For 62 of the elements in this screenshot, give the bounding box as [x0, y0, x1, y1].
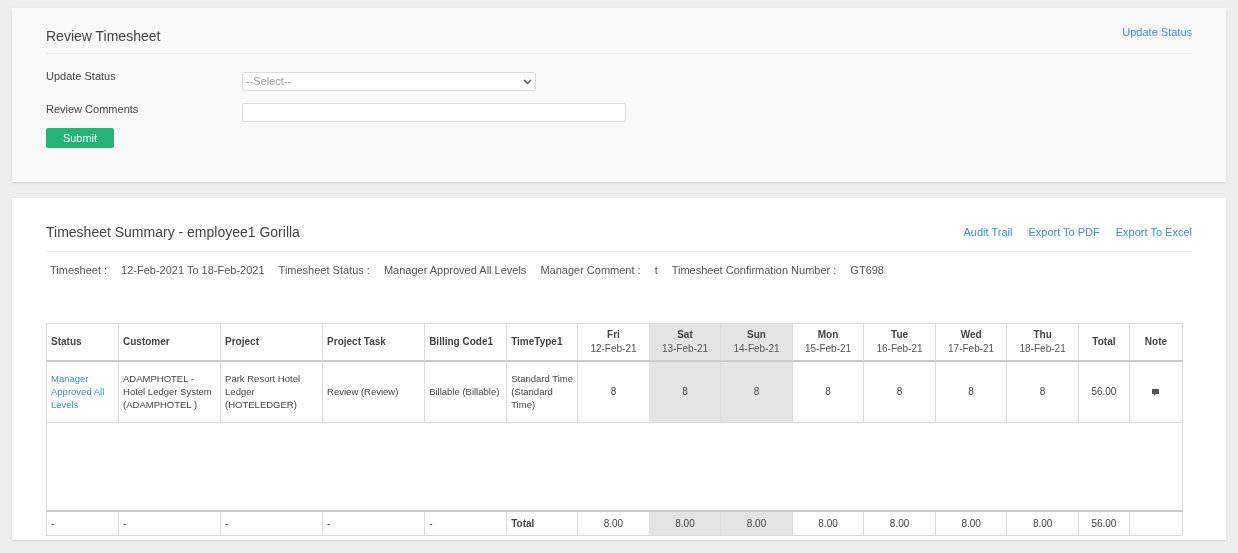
column-header: TimeType1: [506, 323, 578, 361]
table-cell: 8.00: [935, 511, 1007, 535]
header-link[interactable]: Export To PDF: [1028, 224, 1100, 241]
info-value: t: [654, 263, 658, 278]
column-header: Billing Code1: [424, 323, 507, 361]
info-label: Manager Comment :: [540, 263, 641, 278]
column-header: Project: [220, 323, 323, 361]
column-header: Tue 16-Feb-21: [863, 323, 936, 361]
column-header: Fri 12-Feb-21: [577, 323, 650, 361]
panel-title: Timesheet Summary - employee1 Gorilla: [46, 223, 300, 242]
column-header: Sat 13-Feb-21: [649, 323, 721, 361]
column-header: Sun 14-Feb-21: [720, 323, 793, 361]
column-header: Customer: [118, 323, 221, 361]
table-cell: Total: [506, 511, 578, 535]
table-cell: 8: [935, 361, 1007, 422]
column-header: Project Task: [322, 323, 425, 361]
column-header: Mon 15-Feb-21: [792, 323, 864, 361]
status-select[interactable]: --Select--: [242, 72, 536, 91]
table-cell: 8: [649, 361, 721, 422]
info-label: Timesheet Confirmation Number :: [671, 263, 837, 278]
chevron-down-icon: [523, 78, 532, 85]
table-cell: Standard Time (Standard Time): [506, 361, 578, 422]
table-cell: Park Resort Hotel Ledger (HOTELEDGER): [220, 361, 323, 422]
table-cell: 8.00: [1006, 511, 1079, 535]
status-link[interactable]: Manager Approved All Levels: [51, 372, 115, 412]
header-link[interactable]: Export To Excel: [1115, 224, 1192, 241]
column-header: Note: [1129, 323, 1183, 361]
table-cell: 8: [1006, 361, 1079, 422]
info-label: Timesheet :: [50, 263, 108, 278]
table-cell: Review (Review): [322, 361, 425, 422]
table-cell: 8.00: [577, 511, 650, 535]
table-cell: 56.00: [1078, 361, 1130, 422]
header-link[interactable]: Audit Trail: [963, 224, 1013, 241]
table-cell: -: [322, 511, 425, 535]
info-value: Manager Approved All Levels: [383, 263, 527, 278]
field-label: Review Comments: [46, 102, 140, 118]
field-label: Update Status: [46, 69, 117, 85]
table-cell: 8: [720, 361, 793, 422]
column-header: Status: [46, 323, 119, 361]
submit-button[interactable]: Submit: [46, 128, 114, 148]
table-cell: -: [118, 511, 221, 535]
table-cell: 8.00: [792, 511, 864, 535]
table-cell: ADAMPHOTEL - Hotel Ledger System (ADAMPHOTEL ): [118, 361, 221, 422]
info-label: Timesheet Status :: [278, 263, 370, 278]
panel-title: Review Timesheet: [46, 27, 161, 46]
column-header: Thu 18-Feb-21: [1006, 323, 1079, 361]
table-cell: 56.00: [1078, 511, 1130, 535]
comments-field[interactable]: [242, 103, 626, 122]
column-header: Wed 17-Feb-21: [935, 323, 1007, 361]
table-cell: -: [220, 511, 323, 535]
column-header: Total: [1078, 323, 1130, 361]
table-cell: -: [46, 511, 119, 535]
update-status-link[interactable]: Update Status: [1122, 24, 1192, 41]
table-cell: 8: [792, 361, 864, 422]
table-cell: 8: [577, 361, 650, 422]
table-cell: 8: [863, 361, 936, 422]
table-cell: Billable (Billable): [424, 361, 507, 422]
comment-icon[interactable]: [1151, 388, 1161, 398]
table-cell: -: [424, 511, 507, 535]
info-value: 12-Feb-2021 To 18-Feb-2021: [121, 263, 265, 278]
table-cell: 8.00: [863, 511, 936, 535]
info-value: GT698: [850, 263, 884, 278]
